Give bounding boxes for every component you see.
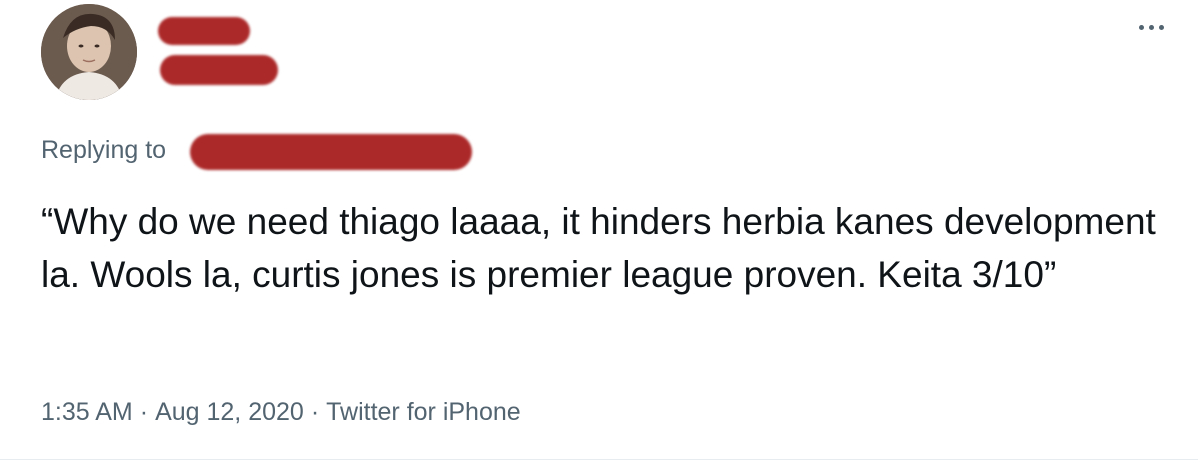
tweet-date[interactable]: Aug 12, 2020	[155, 398, 304, 426]
redacted-reply-handle[interactable]	[190, 134, 472, 170]
meta-separator: ·	[139, 398, 149, 426]
tweet-text: “Why do we need thiago laaaa, it hinders…	[41, 201, 1156, 295]
more-dot	[1158, 24, 1164, 30]
meta-separator: ·	[310, 398, 320, 426]
more-horizontal-icon[interactable]	[1134, 10, 1168, 44]
tweet-source[interactable]: Twitter for iPhone	[326, 398, 521, 426]
more-dot	[1138, 24, 1144, 30]
tweet-card: Replying to “Why do we need thiago laaaa…	[0, 0, 1198, 460]
tweet-time[interactable]: 1:35 AM	[41, 398, 133, 426]
tweet-metadata: 1:35 AM · Aug 12, 2020 · Twitter for iPhone	[41, 398, 521, 427]
more-dot	[1148, 24, 1154, 30]
avatar[interactable]	[41, 4, 137, 100]
redacted-username	[160, 55, 278, 85]
replying-to-label: Replying to	[41, 136, 167, 164]
redacted-display-name	[158, 17, 250, 45]
